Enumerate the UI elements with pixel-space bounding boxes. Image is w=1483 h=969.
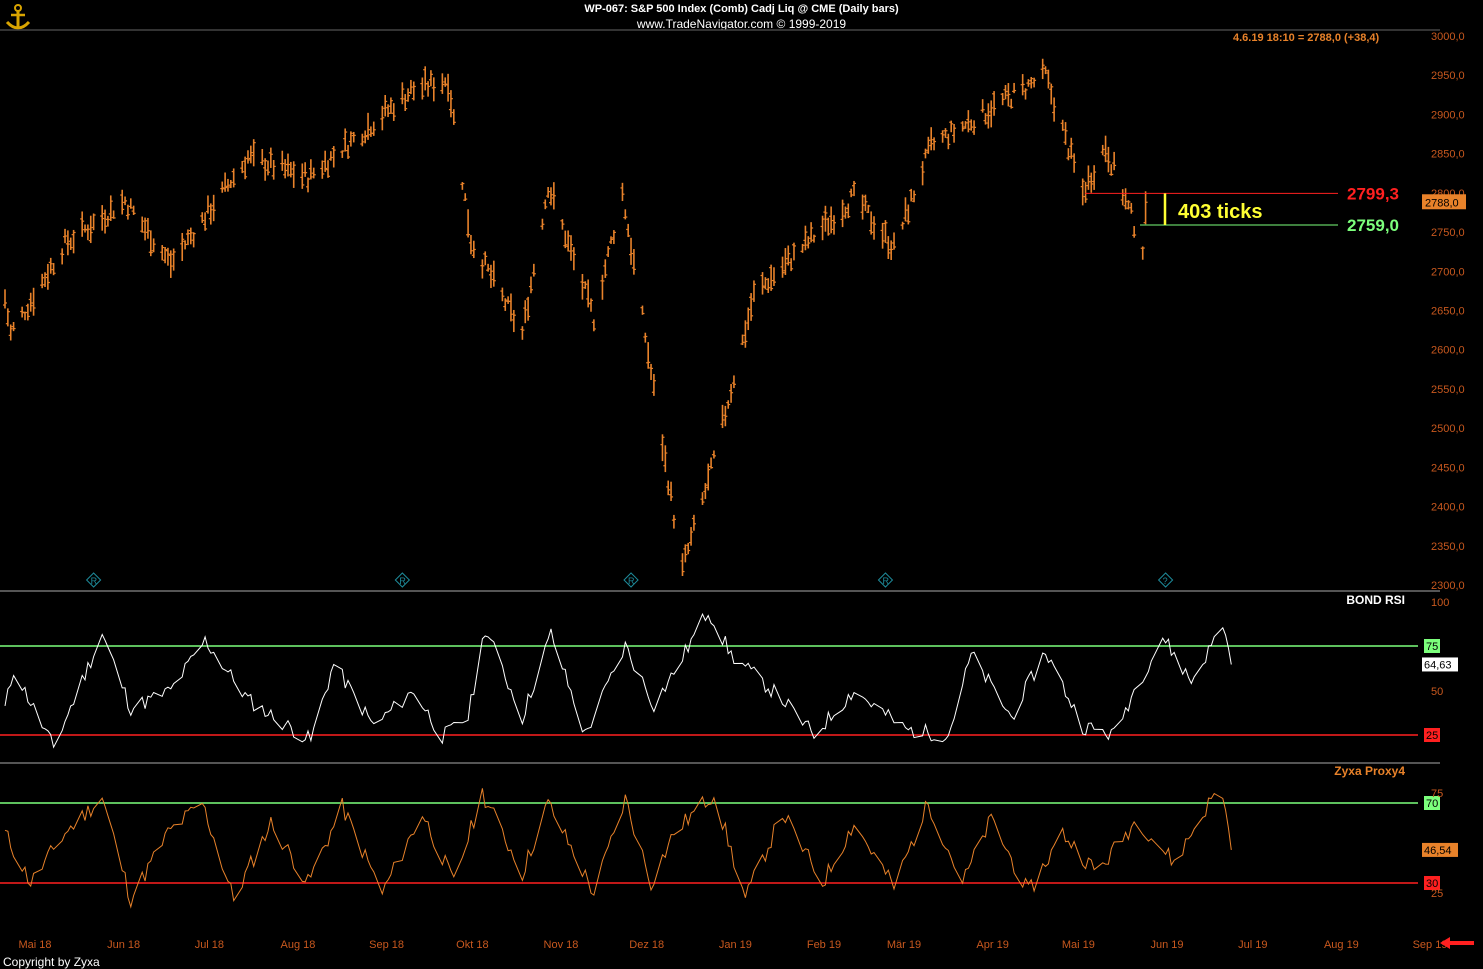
price-tick-label: 2650,0 [1431,306,1465,318]
x-tick-label: Aug 18 [281,939,316,951]
x-tick-label: Apr 19 [976,939,1008,951]
x-tick-label: Dez 18 [629,939,664,951]
proxy-tick-label: 25 [1431,888,1443,900]
x-tick-label: Mai 18 [18,939,51,951]
price-tick-label: 2750,0 [1431,227,1465,239]
event-marker-glyph: R [628,576,635,586]
price-tick-label: 2450,0 [1431,462,1465,474]
proxy-title: Zyxa Proxy4 [1334,764,1405,778]
price-tick-label: 3000,0 [1431,31,1465,43]
proxy-line [4,788,1232,909]
price-tick-label: 2700,0 [1431,266,1465,278]
price-tick-label: 2950,0 [1431,70,1465,82]
price-tick-label: 2900,0 [1431,109,1465,121]
price-tick-label: 2350,0 [1431,541,1465,553]
rsi-band-label: 25 [1426,730,1438,742]
rsi-tick-label: 50 [1431,686,1443,698]
x-tick-label: Jun 19 [1150,939,1183,951]
proxy-tick-label: 75 [1431,788,1443,800]
price-tick-label: 2550,0 [1431,384,1465,396]
x-tick-label: Sep 18 [369,939,404,951]
support-level-label: 2759,0 [1347,216,1399,235]
price-tick-label: 2500,0 [1431,423,1465,435]
x-tick-label: Jan 19 [719,939,752,951]
x-tick-label: Okt 18 [456,939,488,951]
price-tick-label: 2600,0 [1431,345,1465,357]
resistance-level-label: 2799,3 [1347,184,1399,203]
x-tick-label: Nov 18 [544,939,579,951]
x-tick-label: Jun 18 [107,939,140,951]
price-tick-label: 2850,0 [1431,149,1465,161]
rsi-band-label: 75 [1426,641,1438,653]
event-marker-glyph: R [91,576,98,586]
chart-stage: WP-067: S&P 500 Index (Comb) Cadj Liq @ … [0,0,1483,969]
event-marker-glyph: ? [1163,576,1168,586]
event-marker-glyph: R [882,576,889,586]
x-tick-label: Mär 19 [887,939,921,951]
x-tick-label: Aug 19 [1324,939,1359,951]
chart-svg[interactable]: 3000,02950,02900,02850,02800,02750,02700… [0,0,1483,969]
rsi-title: BOND RSI [1346,593,1405,607]
x-tick-label: Jul 19 [1238,939,1267,951]
x-tick-label: Mai 19 [1062,939,1095,951]
x-tick-label: Jul 18 [195,939,224,951]
price-tick-label: 2300,0 [1431,580,1465,592]
last-price-label: 2788,0 [1425,197,1459,209]
proxy-last-label: 46,54 [1424,845,1452,857]
ticks-annotation: 403 ticks [1178,201,1263,223]
x-tick-label: Sep 19 [1413,939,1448,951]
x-tick-label: Feb 19 [807,939,841,951]
price-tick-label: 2400,0 [1431,502,1465,514]
rsi-last-label: 64,63 [1424,659,1452,671]
event-marker-glyph: R [399,576,406,586]
rsi-tick-label: 100 [1431,597,1449,609]
rsi-line [4,612,1232,749]
